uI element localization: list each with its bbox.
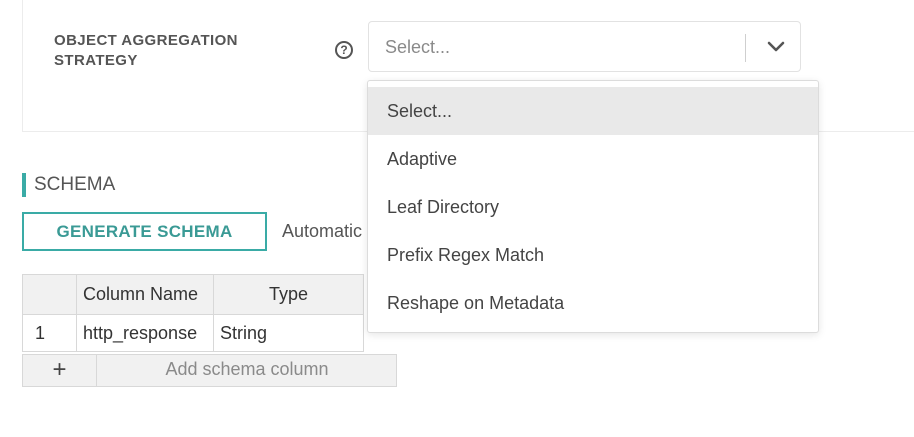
aggregation-strategy-label: OBJECT AGGREGATION STRATEGY [54, 32, 238, 69]
dropdown-option-reshape-on-metadata[interactable]: Reshape on Metadata [368, 279, 818, 327]
row-index: 1 [22, 314, 77, 352]
schema-section-title: SCHEMA [22, 173, 115, 197]
select-divider [745, 34, 746, 62]
column-type-cell[interactable]: String [213, 314, 364, 352]
column-name-cell[interactable]: http_response [76, 314, 214, 352]
schema-table: Column Name Type 1 http_response String [22, 274, 364, 352]
add-schema-column-button[interactable]: Add schema column [97, 355, 397, 386]
add-column-plus-button[interactable]: + [23, 355, 97, 386]
chevron-down-icon[interactable] [765, 36, 787, 58]
dropdown-option-adaptive[interactable]: Adaptive [368, 135, 818, 183]
dropdown-option-prefix-regex-match[interactable]: Prefix Regex Match [368, 231, 818, 279]
aggregation-dropdown-menu: Select... Adaptive Leaf Directory Prefix… [367, 80, 819, 333]
select-placeholder: Select... [385, 37, 451, 57]
header-column-name[interactable]: Column Name [76, 274, 214, 315]
automatic-text: Automatic [282, 221, 363, 241]
dropdown-option-leaf-directory[interactable]: Leaf Directory [368, 183, 818, 231]
header-type[interactable]: Type [213, 274, 364, 315]
table-row: 1 http_response String [22, 314, 364, 352]
add-schema-column-row: + Add schema column [22, 354, 397, 387]
question-circle-icon[interactable]: ? [335, 41, 353, 59]
dropdown-option-select[interactable]: Select... [368, 87, 818, 135]
aggregation-strategy-select[interactable]: Select... [368, 21, 801, 72]
table-header-row: Column Name Type [22, 274, 364, 315]
generate-schema-button[interactable]: GENERATE SCHEMA [22, 212, 267, 251]
header-index [22, 274, 77, 315]
